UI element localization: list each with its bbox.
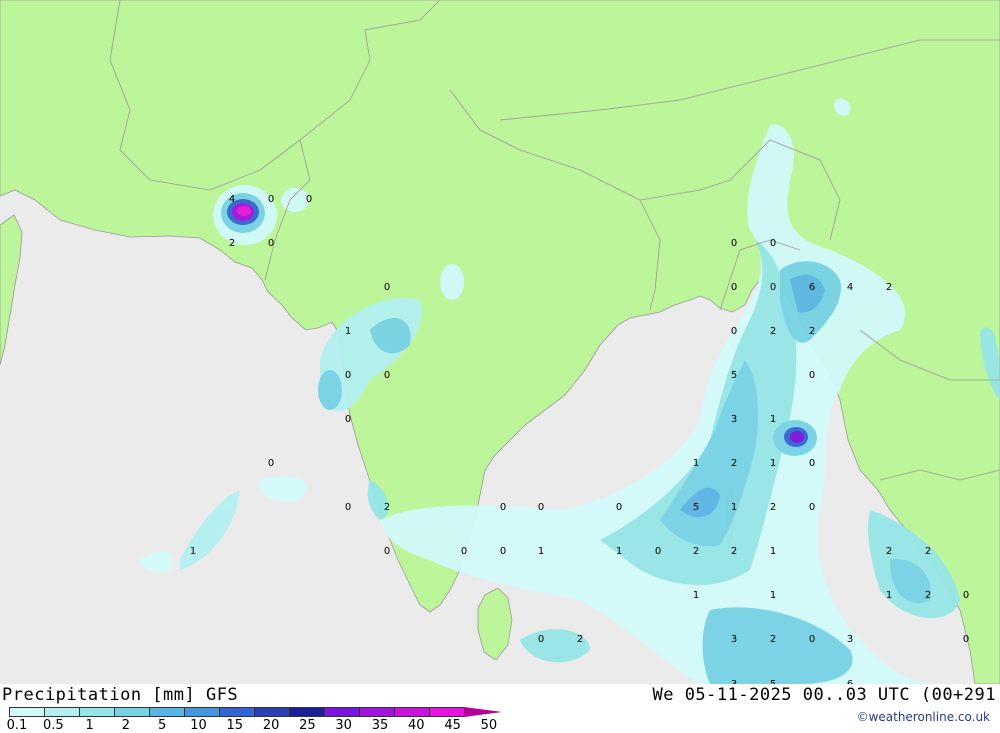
legend-tick-label: 50 xyxy=(480,718,498,733)
precip-value-label: 2 xyxy=(809,326,815,337)
legend-tick-label: 0.1 xyxy=(6,718,28,733)
precip-value-label: 1 xyxy=(886,590,892,601)
legend-tick-label: 45 xyxy=(444,718,461,733)
precip-value-label: 0 xyxy=(809,370,815,381)
precip-value-label: 1 xyxy=(693,590,699,601)
precip-value-label: 5 xyxy=(731,370,737,381)
legend-tick-label: 30 xyxy=(335,718,352,733)
credit-link[interactable]: ©weatheronline.co.uk xyxy=(857,710,990,724)
legend-swatch xyxy=(289,707,325,717)
footer-bar: Precipitation [mm] GFS We 05-11-2025 00.… xyxy=(0,684,1000,733)
valid-time: We 05-11-2025 00..03 UTC (00+291 xyxy=(652,685,996,705)
legend-tick-label: 20 xyxy=(262,718,280,733)
precip-value-label: 0 xyxy=(963,590,969,601)
legend-swatch xyxy=(394,707,430,717)
legend-tick-label: 25 xyxy=(299,718,316,733)
precip-value-label: 3 xyxy=(731,414,737,425)
legend-tick-label: 2 xyxy=(121,718,131,733)
precip-value-label: 2 xyxy=(731,546,737,557)
precip-value-label: 0 xyxy=(538,502,544,513)
precip-value-label: 0 xyxy=(731,282,737,293)
legend-swatch xyxy=(219,707,255,717)
precip-value-label: 2 xyxy=(577,634,583,645)
legend-tick-label: 5 xyxy=(158,718,167,733)
legend-tick-label: 1 xyxy=(85,718,94,733)
precip-value-label: 0 xyxy=(345,502,351,513)
legend-swatch xyxy=(254,707,290,717)
precip-value-label: 0 xyxy=(500,502,506,513)
precip-value-label: 2 xyxy=(384,502,390,513)
legend-swatch xyxy=(79,707,115,717)
precip-value-label: 1 xyxy=(770,414,776,425)
precip-value-label: 0 xyxy=(770,238,776,249)
precip-value-label: 2 xyxy=(886,546,892,557)
precip-value-label: 2 xyxy=(925,590,931,601)
precip-value-label: 0 xyxy=(306,194,312,205)
precip-value-label: 0 xyxy=(384,370,390,381)
legend-swatch xyxy=(149,707,185,717)
legend-arrow xyxy=(464,707,502,717)
precip-value-label: 2 xyxy=(693,546,699,557)
legend-tick-label: 0.5 xyxy=(42,718,64,733)
precip-value-label: 2 xyxy=(229,238,235,249)
legend-swatch xyxy=(429,707,465,717)
legend-swatch xyxy=(184,707,220,717)
precip-value-label: 0 xyxy=(616,502,622,513)
precip-value-label: 0 xyxy=(384,546,390,557)
precip-value-label: 1 xyxy=(190,546,196,557)
precip-value-label: 0 xyxy=(461,546,467,557)
legend-tick-label: 10 xyxy=(190,718,207,733)
precip-value-label: 4 xyxy=(847,282,853,293)
precip-value-label: 0 xyxy=(770,282,776,293)
precip-value-label: 0 xyxy=(500,546,506,557)
precip-value-label: 1 xyxy=(345,326,351,337)
precip-value-label: 0 xyxy=(963,634,969,645)
precip-value-label: 0 xyxy=(345,370,351,381)
precip-value-label: 1 xyxy=(770,458,776,469)
precip-value-label: 1 xyxy=(538,546,544,557)
precip-value-label: 0 xyxy=(809,634,815,645)
precip-value-label: 0 xyxy=(268,194,274,205)
precip-value-label: 6 xyxy=(809,282,815,293)
precip-value-label: 0 xyxy=(268,458,274,469)
precip-value-label: 0 xyxy=(731,326,737,337)
precip-value-label: 0 xyxy=(809,502,815,513)
precip-value-label: 0 xyxy=(538,634,544,645)
precip-value-label: 0 xyxy=(384,282,390,293)
color-legend xyxy=(9,707,502,717)
legend-swatch xyxy=(114,707,150,717)
precipitation-map: 4 0 0 2 0 0 1 0 0 0 0 2 0 1 0 0 0 0 0 1 1 0 2 2 0 0 6 4 2 0 2 2 5 0 3 1 1 2 1 0… xyxy=(0,0,1000,684)
legend-swatch xyxy=(324,707,360,717)
precip-value-label: 0 xyxy=(655,546,661,557)
precip-value-label: 4 xyxy=(229,194,235,205)
legend-swatch xyxy=(44,707,80,717)
precip-value-label: 2 xyxy=(770,502,776,513)
precip-value-label: 0 xyxy=(809,458,815,469)
precip-value-label: 2 xyxy=(770,634,776,645)
precip-value-label: 1 xyxy=(770,590,776,601)
precip-value-label: 2 xyxy=(770,326,776,337)
legend-tick-label: 15 xyxy=(226,718,244,733)
precip-value-label: 0 xyxy=(731,238,737,249)
legend-swatch xyxy=(9,707,45,717)
precip-value-label: 0 xyxy=(345,414,351,425)
legend-tick-label: 35 xyxy=(371,718,389,733)
precip-value-label: 2 xyxy=(886,282,892,293)
map-viewer: 4002001000020100000110220064202250311210… xyxy=(0,0,1000,733)
precip-value-label: 2 xyxy=(731,458,737,469)
precip-value-label: 5 xyxy=(693,502,699,513)
precip-value-label: 1 xyxy=(616,546,622,557)
precip-value-label: 3 xyxy=(731,634,737,645)
precip-value-label: 3 xyxy=(847,634,853,645)
precip-value-label: 1 xyxy=(693,458,699,469)
precip-value-label: 2 xyxy=(925,546,931,557)
legend-tick-label: 40 xyxy=(408,718,425,733)
precip-value-label: 0 xyxy=(268,238,274,249)
precip-value-label: 1 xyxy=(770,546,776,557)
precip-value-label: 1 xyxy=(731,502,737,513)
legend-swatch xyxy=(359,707,395,717)
map-title: Precipitation [mm] GFS xyxy=(2,685,239,705)
